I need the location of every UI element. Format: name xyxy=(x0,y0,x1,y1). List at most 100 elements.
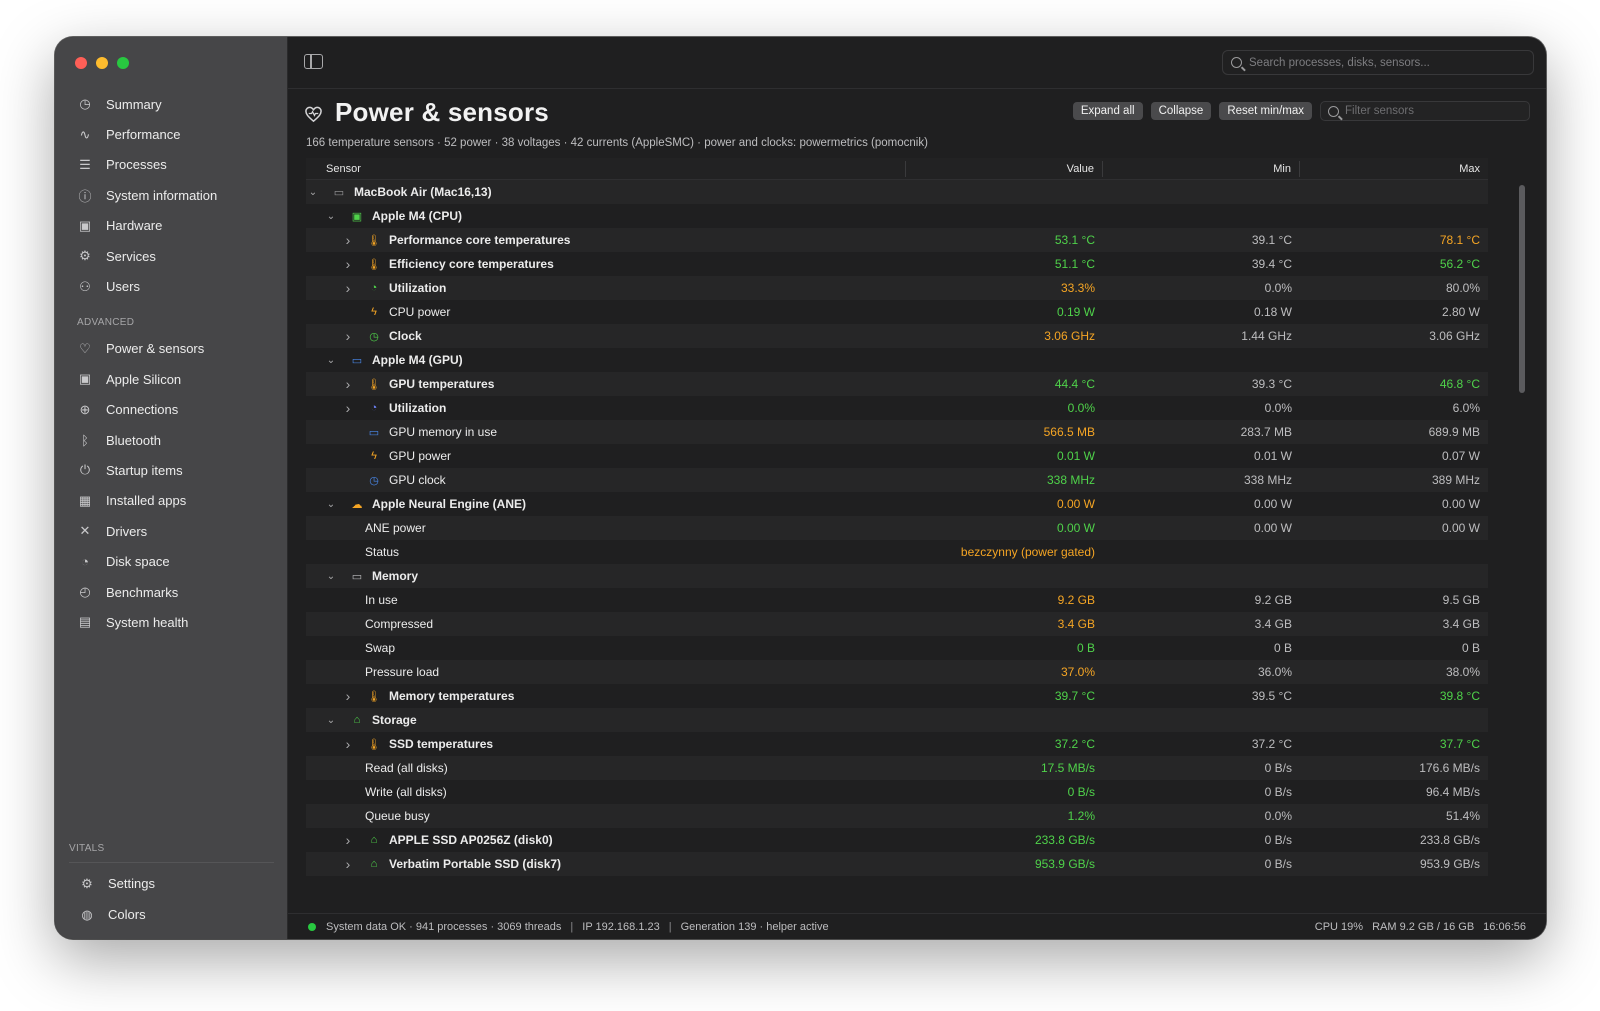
sidebar-item-summary[interactable]: ◷ Summary xyxy=(67,89,277,119)
table-row[interactable]: › ⌂ Verbatim Portable SSD (disk7) 953.9 GB/… xyxy=(306,852,1488,876)
info-icon: ⓘ xyxy=(78,188,92,204)
min-cell: 0.18 W xyxy=(1253,305,1292,319)
table-row[interactable]: › ◷ Clock 3.06 GHz 1.44 GHz 3.06 GHz xyxy=(306,324,1488,348)
table-row[interactable]: ϟ GPU power 0.01 W 0.01 W 0.07 W xyxy=(306,444,1488,468)
sidebar-item-bluetooth[interactable]: ᛒ Bluetooth xyxy=(67,425,277,455)
table-row[interactable]: › ◔ Utilization 33.3% 0.0% 80.0% xyxy=(306,276,1488,300)
sidebar-item-users[interactable]: ⚇ Users xyxy=(67,271,277,301)
chevron-down-icon[interactable]: ⌄ xyxy=(326,355,336,366)
table-row[interactable]: ◷ GPU clock 338 MHz 338 MHz 389 MHz xyxy=(306,468,1488,492)
table-row[interactable]: ⌄ ☁ Apple Neural Engine (ANE) 0.00 W 0.00 W 0… xyxy=(306,492,1488,516)
expand-all-button[interactable]: Expand all xyxy=(1072,102,1143,120)
sidebar-item-system-information[interactable]: ⓘ System information xyxy=(67,180,277,210)
sidebar: ◷ Summary ∿ Performance ☰ Processes ⓘ System in… xyxy=(55,37,288,939)
table-row[interactable]: › 🌡 SSD temperatures 37.2 °C 37.2 °C 37.7 °C xyxy=(306,732,1488,756)
advanced-section-label: ADVANCED xyxy=(77,316,135,328)
chevron-down-icon[interactable]: ⌄ xyxy=(326,715,336,726)
table-row[interactable]: ϟ CPU power 0.19 W 0.18 W 2.80 W xyxy=(306,300,1488,324)
search-icon xyxy=(1328,106,1339,117)
value-cell: 37.0% xyxy=(1060,665,1095,679)
chevron-right-icon[interactable]: › xyxy=(343,256,353,272)
chevron-down-icon[interactable]: ⌄ xyxy=(326,499,336,510)
table-row[interactable]: Write (all disks) 0 B/s 0 B/s 96.4 MB/s xyxy=(306,780,1488,804)
table-row[interactable]: In use 9.2 GB 9.2 GB 9.5 GB xyxy=(306,588,1488,612)
table-row[interactable]: ▭ GPU memory in use 566.5 MB 283.7 MB 689.9 … xyxy=(306,420,1488,444)
table-row[interactable]: › ◔ Utilization 0.0% 0.0% 6.0% xyxy=(306,396,1488,420)
memory-icon: ▭ xyxy=(368,426,380,439)
reset-min-max-button[interactable]: Reset min/max xyxy=(1219,102,1312,120)
column-header-max[interactable]: Max xyxy=(1300,161,1488,177)
chevron-right-icon[interactable]: › xyxy=(343,280,353,296)
min-cell: 39.5 °C xyxy=(1251,689,1292,703)
table-row[interactable]: ANE power 0.00 W 0.00 W 0.00 W xyxy=(306,516,1488,540)
table-row[interactable]: Compressed 3.4 GB 3.4 GB 3.4 GB xyxy=(306,612,1488,636)
drive-icon: ⌂ xyxy=(353,714,361,726)
sidebar-item-power-sensors[interactable]: ♡ Power & sensors xyxy=(67,334,277,364)
sidebar-item-benchmarks[interactable]: ◴ Benchmarks xyxy=(67,577,277,607)
sensor-label: Utilization xyxy=(389,401,447,415)
sidebar-item-services[interactable]: ⚙ Services xyxy=(67,241,277,271)
column-header-min[interactable]: Min xyxy=(1103,160,1300,177)
chevron-right-icon[interactable]: › xyxy=(343,736,353,752)
minimize-window-button[interactable] xyxy=(96,57,108,69)
collapse-button[interactable]: Collapse xyxy=(1150,102,1212,120)
chevron-down-icon[interactable]: ⌄ xyxy=(308,187,318,198)
table-row[interactable]: › ⌂ APPLE SSD AP0256Z (disk0) 233.8 GB/s 0 B… xyxy=(306,828,1488,852)
value-cell: 566.5 MB xyxy=(1043,425,1095,439)
sidebar-item-system-health[interactable]: ▤ System health xyxy=(67,607,277,637)
table-row[interactable]: › 🌡 Performance core temperatures 53.1 °C 39… xyxy=(306,228,1488,252)
chevron-right-icon[interactable]: › xyxy=(343,328,353,344)
sensor-cell: › 🌡 Memory temperatures xyxy=(306,684,906,708)
chevron-right-icon[interactable]: › xyxy=(343,400,353,416)
table-row[interactable]: ⌄ ⌂ Storage xyxy=(306,708,1488,732)
sidebar-item-startup-items[interactable]: ⏻ Startup items xyxy=(67,455,277,485)
sidebar-item-settings[interactable]: ⚙ Settings xyxy=(67,868,277,899)
chevron-right-icon[interactable]: › xyxy=(343,376,353,392)
zoom-window-button[interactable] xyxy=(117,57,129,69)
table-row[interactable]: ⌄ ▭ Memory xyxy=(306,564,1488,588)
table-row[interactable]: ⌄ ▭ Apple M4 (GPU) xyxy=(306,348,1488,372)
sidebar-item-installed-apps[interactable]: ▦ Installed apps xyxy=(67,486,277,516)
chevron-right-icon[interactable]: › xyxy=(343,832,353,848)
chevron-right-icon[interactable]: › xyxy=(343,232,353,248)
table-row[interactable]: Read (all disks) 17.5 MB/s 0 B/s 176.6 MB/s xyxy=(306,756,1488,780)
table-row[interactable]: Swap 0 B 0 B 0 B xyxy=(306,636,1488,660)
chevron-right-icon[interactable]: › xyxy=(343,856,353,872)
min-cell: 0 B/s xyxy=(1264,857,1292,871)
value-cell: 37.2 °C xyxy=(1054,737,1095,751)
sidebar-item-hardware[interactable]: ▣ Hardware xyxy=(67,211,277,241)
sidebar-item-colors[interactable]: ◍ Colors xyxy=(67,899,277,930)
close-window-button[interactable] xyxy=(75,57,87,69)
max-cell: 80.0% xyxy=(1445,281,1480,295)
chevron-down-icon[interactable]: ⌄ xyxy=(326,211,336,222)
table-row[interactable]: › 🌡 GPU temperatures 44.4 °C 39.3 °C 46.8 °C xyxy=(306,372,1488,396)
sensor-label: SSD temperatures xyxy=(389,737,494,751)
sensor-cell: ϟ CPU power xyxy=(306,300,906,324)
status-text: System data OK · 941 processes · 3069 th… xyxy=(326,920,562,933)
main-content: Search processes, disks, sensors... Powe… xyxy=(288,37,1546,939)
chevron-right-icon[interactable]: › xyxy=(343,688,353,704)
column-header-sensor[interactable]: Sensor xyxy=(306,160,906,177)
sidebar-item-connections[interactable]: ⊕ Connections xyxy=(67,395,277,425)
sidebar-item-apple-silicon[interactable]: ▣ Apple Silicon xyxy=(67,364,277,394)
sidebar-item-drivers[interactable]: ✕ Drivers xyxy=(67,516,277,546)
global-search-input[interactable]: Search processes, disks, sensors... xyxy=(1222,50,1534,75)
column-header-value[interactable]: Value xyxy=(906,160,1103,177)
cpu-icon: ▣ xyxy=(78,371,92,387)
chevron-down-icon[interactable]: ⌄ xyxy=(326,571,336,582)
value-cell: 39.7 °C xyxy=(1054,689,1095,703)
table-row[interactable]: Queue busy 1.2% 0.0% 51.4% xyxy=(306,804,1488,828)
filter-sensors-input[interactable]: Filter sensors xyxy=(1320,101,1530,121)
sidebar-item-disk-space[interactable]: ◔ Disk space xyxy=(67,546,277,576)
sidebar-item-processes[interactable]: ☰ Processes xyxy=(67,150,277,180)
sidebar-toggle-icon[interactable] xyxy=(304,54,323,69)
table-row[interactable]: ⌄ ▭ MacBook Air (Mac16,13) xyxy=(306,180,1488,204)
table-row[interactable]: › 🌡 Memory temperatures 39.7 °C 39.5 °C 39.8 … xyxy=(306,684,1488,708)
table-row[interactable]: Pressure load 37.0% 36.0% 38.0% xyxy=(306,660,1488,684)
table-scrollbar[interactable] xyxy=(1519,185,1525,393)
table-row[interactable]: ⌄ ▣ Apple M4 (CPU) xyxy=(306,204,1488,228)
page-header: Power & sensors Expand all Collapse Rese… xyxy=(304,97,1530,137)
sidebar-item-performance[interactable]: ∿ Performance xyxy=(67,119,277,149)
table-row[interactable]: Status bezczynny (power gated) xyxy=(306,540,1488,564)
table-row[interactable]: › 🌡 Efficiency core temperatures 51.1 °C 39.… xyxy=(306,252,1488,276)
